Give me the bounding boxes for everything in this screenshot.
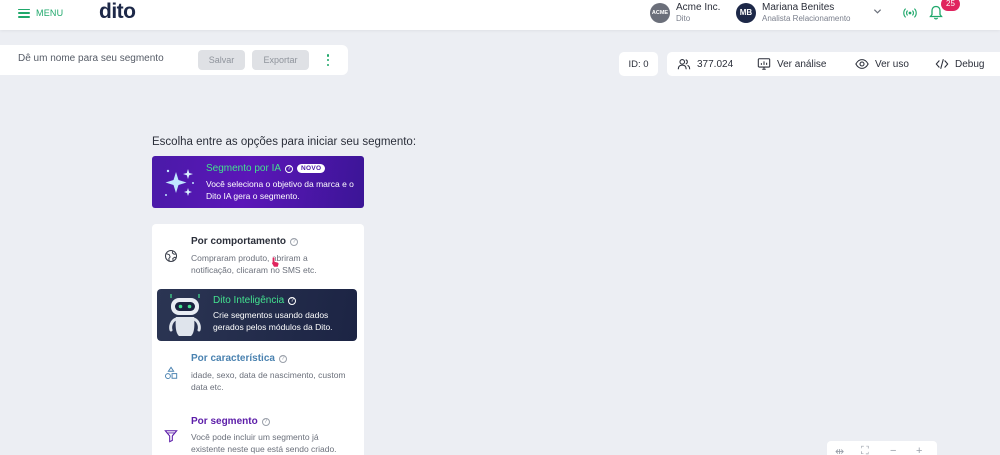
view-usage-button[interactable]: Ver uso <box>855 52 909 76</box>
filter-icon <box>164 430 178 443</box>
zoom-controls: ⇹ ⛶ − + <box>827 441 937 455</box>
ai-segment-desc: Você seleciona o objetivo da marca e o D… <box>206 179 354 201</box>
option-characteristic[interactable]: Por característica ? idade, sexo, data d… <box>152 344 364 406</box>
globe-icon <box>164 249 178 263</box>
option-behavior[interactable]: Por comportamento ? Compraram produto, a… <box>152 224 364 286</box>
eye-icon <box>855 59 869 69</box>
audience-count[interactable]: 377.024 <box>677 52 733 76</box>
zoom-out-icon[interactable]: − <box>890 445 896 455</box>
debug-label: Debug <box>955 58 985 70</box>
option-segment-desc: Você pode incluir um segmento já existen… <box>191 432 337 454</box>
ai-segment-title: Segmento por IA ? NOVO <box>206 163 326 174</box>
company-avatar: ACME <box>650 2 670 23</box>
user-menu[interactable]: MB Mariana Benites Analista Relacionamen… <box>736 0 851 25</box>
chart-icon <box>757 58 771 70</box>
option-dito-intelligence[interactable]: Dito Inteligência ? Crie segmentos usand… <box>157 289 357 341</box>
zoom-in-icon[interactable]: + <box>916 445 922 455</box>
option-dito-title: Dito Inteligência ? <box>213 295 297 306</box>
user-role: Analista Relacionamento <box>762 13 851 23</box>
company-sub: Dito <box>676 13 691 23</box>
segment-toolbar: 377.024 Ver análise Ver uso Debug <box>667 52 1000 76</box>
debug-button[interactable]: Debug <box>935 52 984 76</box>
chevron-down-icon[interactable] <box>873 7 882 16</box>
option-segment-title: Por segmento ? <box>191 416 270 427</box>
help-icon[interactable]: ? <box>278 354 287 363</box>
option-behavior-title-text: Por comportamento <box>191 236 287 247</box>
users-icon <box>677 59 691 70</box>
segment-id: ID: 0 <box>619 52 658 76</box>
view-analysis-label: Ver análise <box>777 58 827 70</box>
mouse-cursor <box>271 256 280 268</box>
kebab-icon[interactable] <box>326 54 330 66</box>
robot-icon <box>169 294 201 336</box>
signal-icon[interactable] <box>903 6 917 20</box>
view-usage-label: Ver uso <box>875 58 909 70</box>
dito-logo[interactable]: dito <box>99 0 136 24</box>
option-segment-title-text: Por segmento <box>191 416 258 427</box>
fit-width-icon[interactable]: ⇹ <box>835 445 844 455</box>
option-segment[interactable]: Por segmento ? Você pode incluir um segm… <box>152 409 364 455</box>
user-name: Mariana Benites <box>762 1 835 13</box>
help-icon[interactable]: ? <box>288 296 297 305</box>
ai-segment-title-text: Segmento por IA <box>206 163 282 174</box>
new-badge: NOVO <box>297 164 326 173</box>
help-icon[interactable]: ? <box>285 164 294 173</box>
option-dito-desc: Crie segmentos usando dados gerados pelo… <box>213 310 333 332</box>
help-icon[interactable]: ? <box>290 237 299 246</box>
view-analysis-button[interactable]: Ver análise <box>757 52 826 76</box>
sparkles-icon <box>165 169 194 196</box>
option-dito-title-text: Dito Inteligência <box>213 295 285 306</box>
help-icon[interactable]: ? <box>261 417 270 426</box>
company-switcher[interactable]: ACME Acme Inc. Dito <box>650 0 720 25</box>
option-behavior-title: Por comportamento ? <box>191 236 299 247</box>
export-button[interactable]: Exportar <box>252 50 309 70</box>
menu-label: MENU <box>36 8 64 18</box>
option-characteristic-title-text: Por característica <box>191 353 275 364</box>
top-bar: MENU dito ACME Acme Inc. Dito MB Mariana… <box>0 0 1000 30</box>
company-name: Acme Inc. <box>676 1 721 13</box>
option-characteristic-title: Por característica ? <box>191 353 287 364</box>
page-title: Escolha entre as opções para iniciar seu… <box>152 136 417 148</box>
fullscreen-icon[interactable]: ⛶ <box>861 445 869 455</box>
segment-name-input[interactable] <box>18 53 188 64</box>
shapes-icon <box>165 366 178 379</box>
save-button[interactable]: Salvar <box>198 50 245 70</box>
notification-badge: 25 <box>941 0 960 11</box>
option-characteristic-desc: idade, sexo, data de nascimento, custom … <box>191 370 346 392</box>
avatar: MB <box>736 2 756 23</box>
code-icon <box>935 59 949 69</box>
menu-icon <box>18 8 30 18</box>
segment-name-bar: Salvar Exportar <box>0 45 348 75</box>
audience-count-value: 377.024 <box>697 58 734 70</box>
ai-segment-card[interactable]: Segmento por IA ? NOVO Você seleciona o … <box>152 156 364 208</box>
segment-options-panel: Por comportamento ? Compraram produto, a… <box>152 224 364 455</box>
menu-button[interactable]: MENU <box>18 6 63 20</box>
